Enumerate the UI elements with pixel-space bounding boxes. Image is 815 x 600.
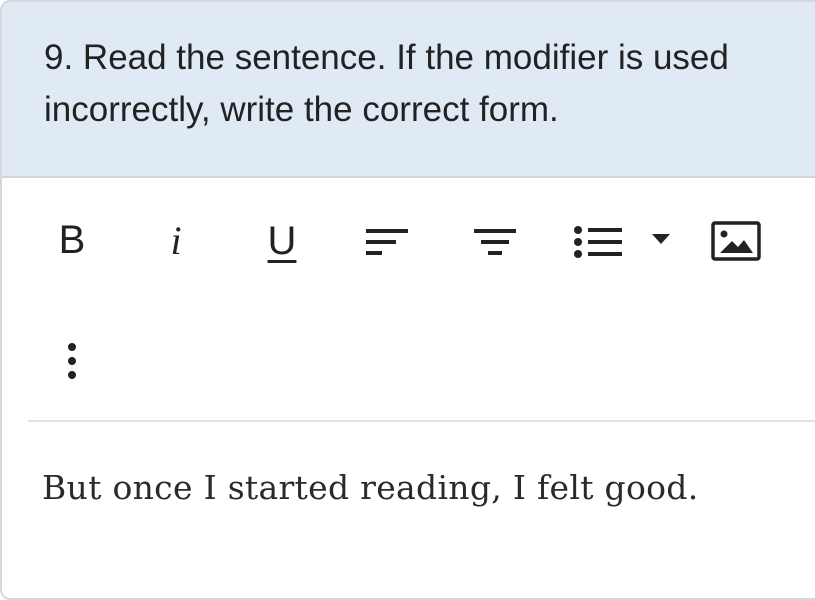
dropdown-arrow-icon bbox=[652, 234, 670, 244]
more-options-icon bbox=[68, 343, 76, 379]
list-options-dropdown[interactable] bbox=[646, 224, 676, 254]
italic-label: i bbox=[170, 217, 182, 263]
bulleted-list-button[interactable] bbox=[568, 220, 628, 264]
bulleted-list-icon bbox=[574, 226, 622, 258]
editor-toolbar: B i U bbox=[2, 180, 815, 420]
align-left-button[interactable] bbox=[360, 222, 414, 262]
answer-text: But once I started reading, I felt good. bbox=[42, 468, 699, 507]
bold-label: B bbox=[58, 217, 86, 262]
align-center-button[interactable] bbox=[468, 222, 522, 262]
answer-editor[interactable]: But once I started reading, I felt good. bbox=[42, 460, 802, 530]
toolbar-divider bbox=[28, 420, 815, 422]
insert-image-button[interactable] bbox=[708, 218, 764, 264]
question-prompt: 9. Read the sentence. If the modifier is… bbox=[44, 38, 729, 129]
bold-button[interactable]: B bbox=[52, 216, 92, 264]
italic-button[interactable]: i bbox=[158, 216, 194, 264]
more-options-button[interactable] bbox=[54, 336, 90, 386]
insert-image-icon bbox=[711, 221, 761, 261]
underline-label: U bbox=[267, 218, 297, 263]
align-left-icon bbox=[366, 229, 408, 255]
question-card: 9. Read the sentence. If the modifier is… bbox=[0, 0, 815, 600]
question-header: 9. Read the sentence. If the modifier is… bbox=[2, 2, 815, 178]
underline-button[interactable]: U bbox=[260, 216, 304, 266]
align-center-icon bbox=[474, 229, 516, 255]
